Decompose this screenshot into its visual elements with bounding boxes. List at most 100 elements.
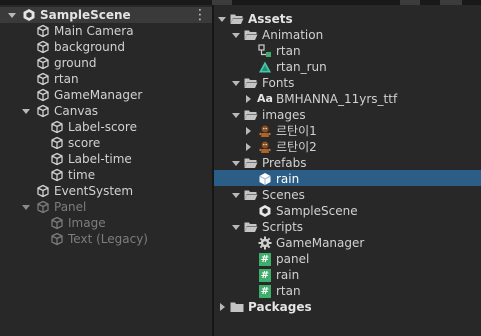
project-folder[interactable]: Animation [214, 27, 481, 43]
item-label: Scenes [262, 188, 305, 202]
chevron-down-icon[interactable] [232, 219, 242, 235]
hierarchy-panel: ⋮ SampleScene Main Camera background gro… [0, 5, 212, 336]
hierarchy-scene[interactable]: SampleScene [0, 7, 190, 23]
prefab-cube-icon [258, 171, 272, 187]
item-label: ground [54, 56, 97, 70]
project-asset[interactable]: Aa BMHANNA_11yrs_ttf [214, 91, 481, 107]
gameobject-cube-icon [50, 167, 64, 183]
project-folder[interactable]: Assets [214, 11, 481, 27]
hierarchy-item-inactive[interactable]: Image [0, 215, 210, 231]
item-label: Prefabs [262, 156, 307, 170]
project-asset[interactable]: 르탄이1 [214, 123, 481, 139]
chevron-right-icon[interactable] [244, 91, 254, 107]
item-label: Canvas [54, 104, 99, 118]
item-label: Text (Legacy) [68, 232, 148, 246]
project-asset[interactable]: # rain [214, 267, 481, 283]
gameobject-cube-icon [36, 199, 50, 215]
project-asset[interactable]: rtan [214, 43, 481, 59]
item-label: images [262, 108, 306, 122]
project-folder[interactable]: Scripts [214, 219, 481, 235]
gameobject-cube-icon [36, 71, 50, 87]
folder-icon [230, 299, 244, 315]
folder-open-icon [244, 75, 258, 91]
project-asset[interactable]: # rtan [214, 283, 481, 299]
item-label: rtan [54, 72, 79, 86]
gameobject-cube-icon [36, 39, 50, 55]
hierarchy-item[interactable]: background [0, 39, 210, 55]
project-asset[interactable]: 르탄이2 [214, 139, 481, 155]
hierarchy-item[interactable]: Label-time [0, 151, 210, 167]
item-label: rain [276, 172, 300, 186]
project-asset[interactable]: GameManager [214, 235, 481, 251]
unity-scene-icon [22, 7, 36, 23]
chevron-right-icon[interactable] [218, 299, 228, 315]
project-folder[interactable]: images [214, 107, 481, 123]
gameobject-cube-icon [50, 119, 64, 135]
csharp-script-icon: # [259, 252, 271, 266]
hierarchy-item-inactive[interactable]: Panel [0, 199, 210, 215]
project-asset[interactable]: rtan_run [214, 59, 481, 75]
item-label: 르탄이1 [276, 124, 317, 138]
item-label: time [68, 168, 96, 182]
project-folder[interactable]: Scenes [214, 187, 481, 203]
folder-open-icon [244, 107, 258, 123]
csharp-script-icon: # [259, 268, 271, 282]
item-label: Label-time [68, 152, 132, 166]
item-label: Image [68, 216, 106, 230]
project-folder[interactable]: Fonts [214, 75, 481, 91]
hierarchy-item[interactable]: Label-score [0, 119, 210, 135]
unity-scene-icon [258, 203, 272, 219]
animation-clip-icon [258, 59, 272, 75]
gameobject-cube-icon [36, 55, 50, 71]
more-options-icon[interactable]: ⋮ [193, 7, 207, 23]
sprite-thumbnail-icon [258, 139, 272, 155]
hierarchy-item[interactable]: ground [0, 55, 210, 71]
hierarchy-item[interactable]: EventSystem [0, 183, 210, 199]
font-icon: Aa [257, 92, 273, 105]
hierarchy-item[interactable]: GameManager [0, 87, 210, 103]
project-folder[interactable]: Prefabs [214, 155, 481, 171]
item-label: Assets [248, 12, 293, 26]
item-label: panel [276, 252, 310, 266]
hierarchy-item-inactive[interactable]: Text (Legacy) [0, 231, 210, 247]
gameobject-cube-icon [36, 87, 50, 103]
item-label: 르탄이2 [276, 140, 317, 154]
item-label: GameManager [54, 88, 143, 102]
chevron-down-icon[interactable] [232, 75, 242, 91]
chevron-down-icon[interactable] [232, 27, 242, 43]
item-label: rtan [276, 44, 301, 58]
chevron-down-icon[interactable] [232, 107, 242, 123]
chevron-down-icon[interactable] [22, 199, 32, 215]
scene-name: SampleScene [40, 8, 131, 22]
item-label: Label-score [68, 120, 137, 134]
project-asset-selected[interactable]: rain [214, 171, 481, 187]
hierarchy-item[interactable]: Canvas [0, 103, 210, 119]
project-asset[interactable]: SampleScene [214, 203, 481, 219]
gameobject-cube-icon [50, 151, 64, 167]
project-folder[interactable]: Packages [214, 299, 481, 315]
folder-open-icon [244, 219, 258, 235]
chevron-down-icon[interactable] [232, 155, 242, 171]
chevron-right-icon[interactable] [244, 123, 254, 139]
chevron-down-icon[interactable] [232, 187, 242, 203]
gameobject-cube-icon [36, 103, 50, 119]
item-label: Main Camera [54, 24, 134, 38]
chevron-down-icon[interactable] [218, 11, 228, 27]
chevron-down-icon[interactable] [8, 7, 18, 23]
item-label: rtan_run [276, 60, 327, 74]
gameobject-cube-icon [36, 183, 50, 199]
folder-open-icon [244, 187, 258, 203]
csharp-script-icon: # [259, 284, 271, 298]
chevron-down-icon[interactable] [22, 103, 32, 119]
folder-open-icon [244, 155, 258, 171]
project-asset[interactable]: # panel [214, 251, 481, 267]
hierarchy-item[interactable]: rtan [0, 71, 210, 87]
item-label: BMHANNA_11yrs_ttf [276, 92, 398, 106]
item-label: Panel [54, 200, 87, 214]
chevron-right-icon[interactable] [244, 139, 254, 155]
gear-icon [258, 235, 272, 251]
hierarchy-item[interactable]: time [0, 167, 210, 183]
item-label: EventSystem [54, 184, 134, 198]
hierarchy-item[interactable]: score [0, 135, 210, 151]
hierarchy-item[interactable]: Main Camera [0, 23, 210, 39]
